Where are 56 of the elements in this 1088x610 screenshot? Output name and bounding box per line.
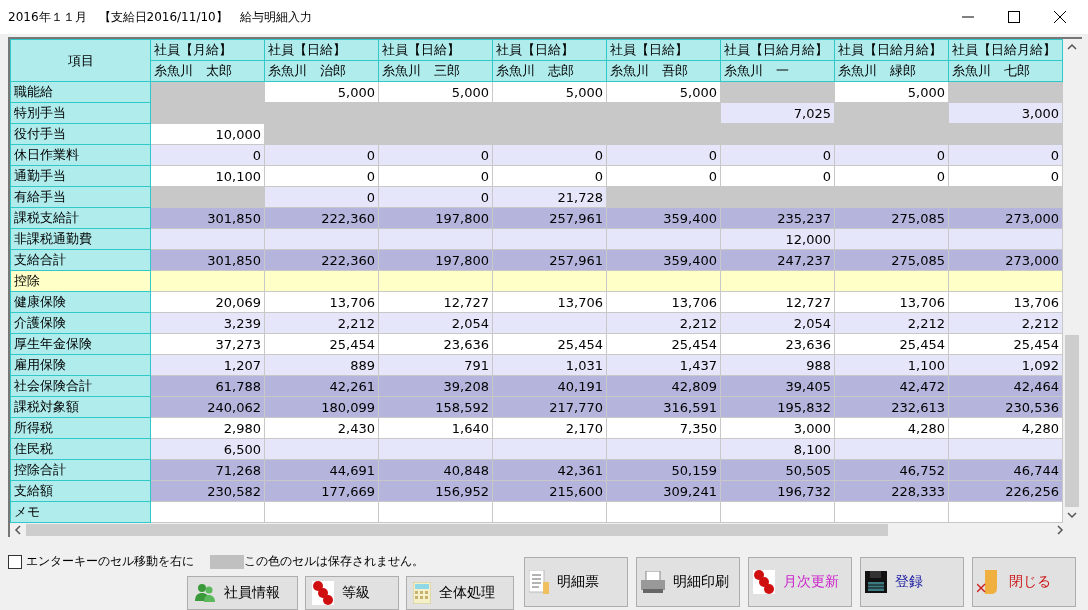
column-header: 社員【日給】: [492, 39, 607, 61]
row-header: 非課税通勤費: [10, 228, 151, 250]
action-button[interactable]: 登録: [860, 557, 964, 607]
row-header: 課税対象額: [10, 396, 151, 418]
checkbox[interactable]: [8, 554, 22, 569]
calculator-icon: [413, 582, 431, 604]
action-button[interactable]: 閉じる: [972, 557, 1076, 607]
column-header: 項目: [10, 39, 151, 82]
action-button[interactable]: 月次更新: [748, 557, 852, 607]
row-header: 特別手当: [10, 102, 151, 124]
column-header: 社員【日給】: [606, 39, 721, 61]
row-header: 支給額: [10, 480, 151, 502]
toolbar-button[interactable]: 社員情報: [187, 576, 298, 610]
row-header: 役付手当: [10, 123, 151, 145]
column-header: 社員【日給】: [264, 39, 379, 61]
row-header: 有給手当: [10, 186, 151, 208]
row-header: 控除合計: [10, 459, 151, 481]
numbered-circles-icon: [753, 570, 775, 594]
row-header: 控除: [10, 270, 151, 292]
legend-swatch: [210, 554, 244, 569]
row-header: 健康保険: [10, 291, 151, 313]
row-header: 支給合計: [10, 249, 151, 271]
column-header: 社員【日給月給】: [834, 39, 949, 61]
row-header: 社会保険合計: [10, 375, 151, 397]
maximize-icon[interactable]: [1008, 11, 1020, 23]
scroll-right-icon[interactable]: [1056, 525, 1064, 535]
scroll-up-icon[interactable]: [1067, 43, 1077, 51]
column-header: 社員【月給】: [150, 39, 265, 61]
scroll-left-icon[interactable]: [14, 525, 22, 535]
row-header: 通勤手当: [10, 165, 151, 187]
row-header: メモ: [10, 501, 151, 523]
toolbar-button[interactable]: 等級: [305, 576, 399, 610]
printer-icon: [641, 571, 665, 593]
row-header: 休日作業料: [10, 144, 151, 166]
column-header: 社員【日給月給】: [948, 39, 1063, 61]
scroll-down-icon[interactable]: [1067, 511, 1077, 519]
numbered-circles-icon: [312, 581, 334, 605]
row-header: 雇用保険: [10, 354, 151, 376]
column-header: 社員【日給】: [378, 39, 493, 61]
row-header: 職能給: [10, 81, 151, 103]
legend-text: この色のセルは保存されません。: [244, 553, 424, 570]
people-icon: [194, 582, 216, 604]
row-header: 厚生年金保険: [10, 333, 151, 355]
close-icon[interactable]: [1054, 11, 1066, 23]
action-button[interactable]: 明細票: [524, 557, 628, 607]
scrollbar-thumb[interactable]: [1065, 335, 1079, 507]
document-icon: [529, 570, 549, 594]
row-header: 課税支給計: [10, 207, 151, 229]
row-header: 住民税: [10, 438, 151, 460]
row-header: 介護保険: [10, 312, 151, 334]
window-title: 2016年１１月 【支給日2016/11/10】 給与明細入力: [8, 8, 312, 26]
column-header: 社員【日給月給】: [720, 39, 835, 61]
toolbar-button[interactable]: 全体処理: [406, 576, 514, 610]
action-button[interactable]: 明細印刷: [636, 557, 740, 607]
scrollbar-thumb[interactable]: [26, 524, 888, 536]
row-header: 所得税: [10, 417, 151, 439]
